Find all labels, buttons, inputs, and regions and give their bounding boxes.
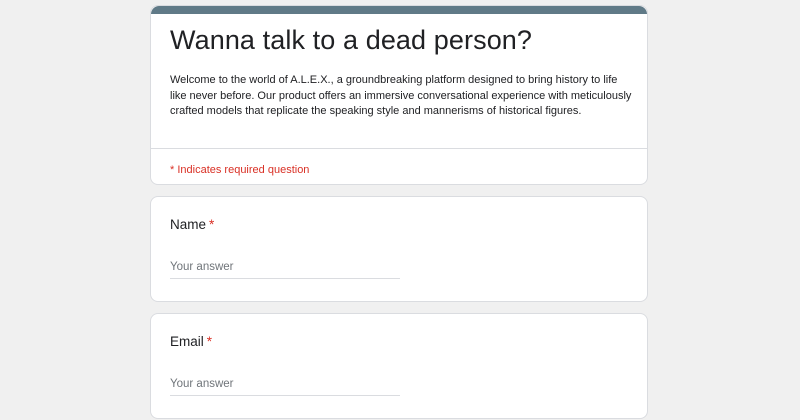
required-asterisk: *: [209, 217, 215, 232]
form-description: Welcome to the world of A.L.E.X., a grou…: [170, 74, 632, 117]
email-input[interactable]: [170, 373, 400, 396]
form-header-card: Wanna talk to a dead person? Welcome to …: [150, 5, 648, 185]
question-title-email: Email: [170, 334, 204, 349]
question-label-email: Email *: [170, 334, 212, 349]
required-asterisk: *: [206, 334, 213, 349]
question-title-name: Name: [170, 217, 207, 232]
question-card-name: Name *: [150, 196, 648, 302]
required-question-note: * Indicates required question: [170, 164, 310, 176]
header-divider: [151, 148, 647, 149]
form-title: Wanna talk to a dead person?: [170, 25, 533, 55]
name-input[interactable]: [170, 256, 400, 279]
form-accent-bar: [151, 6, 647, 14]
question-label-name: Name *: [170, 217, 214, 232]
question-card-email: Email *: [150, 313, 648, 419]
